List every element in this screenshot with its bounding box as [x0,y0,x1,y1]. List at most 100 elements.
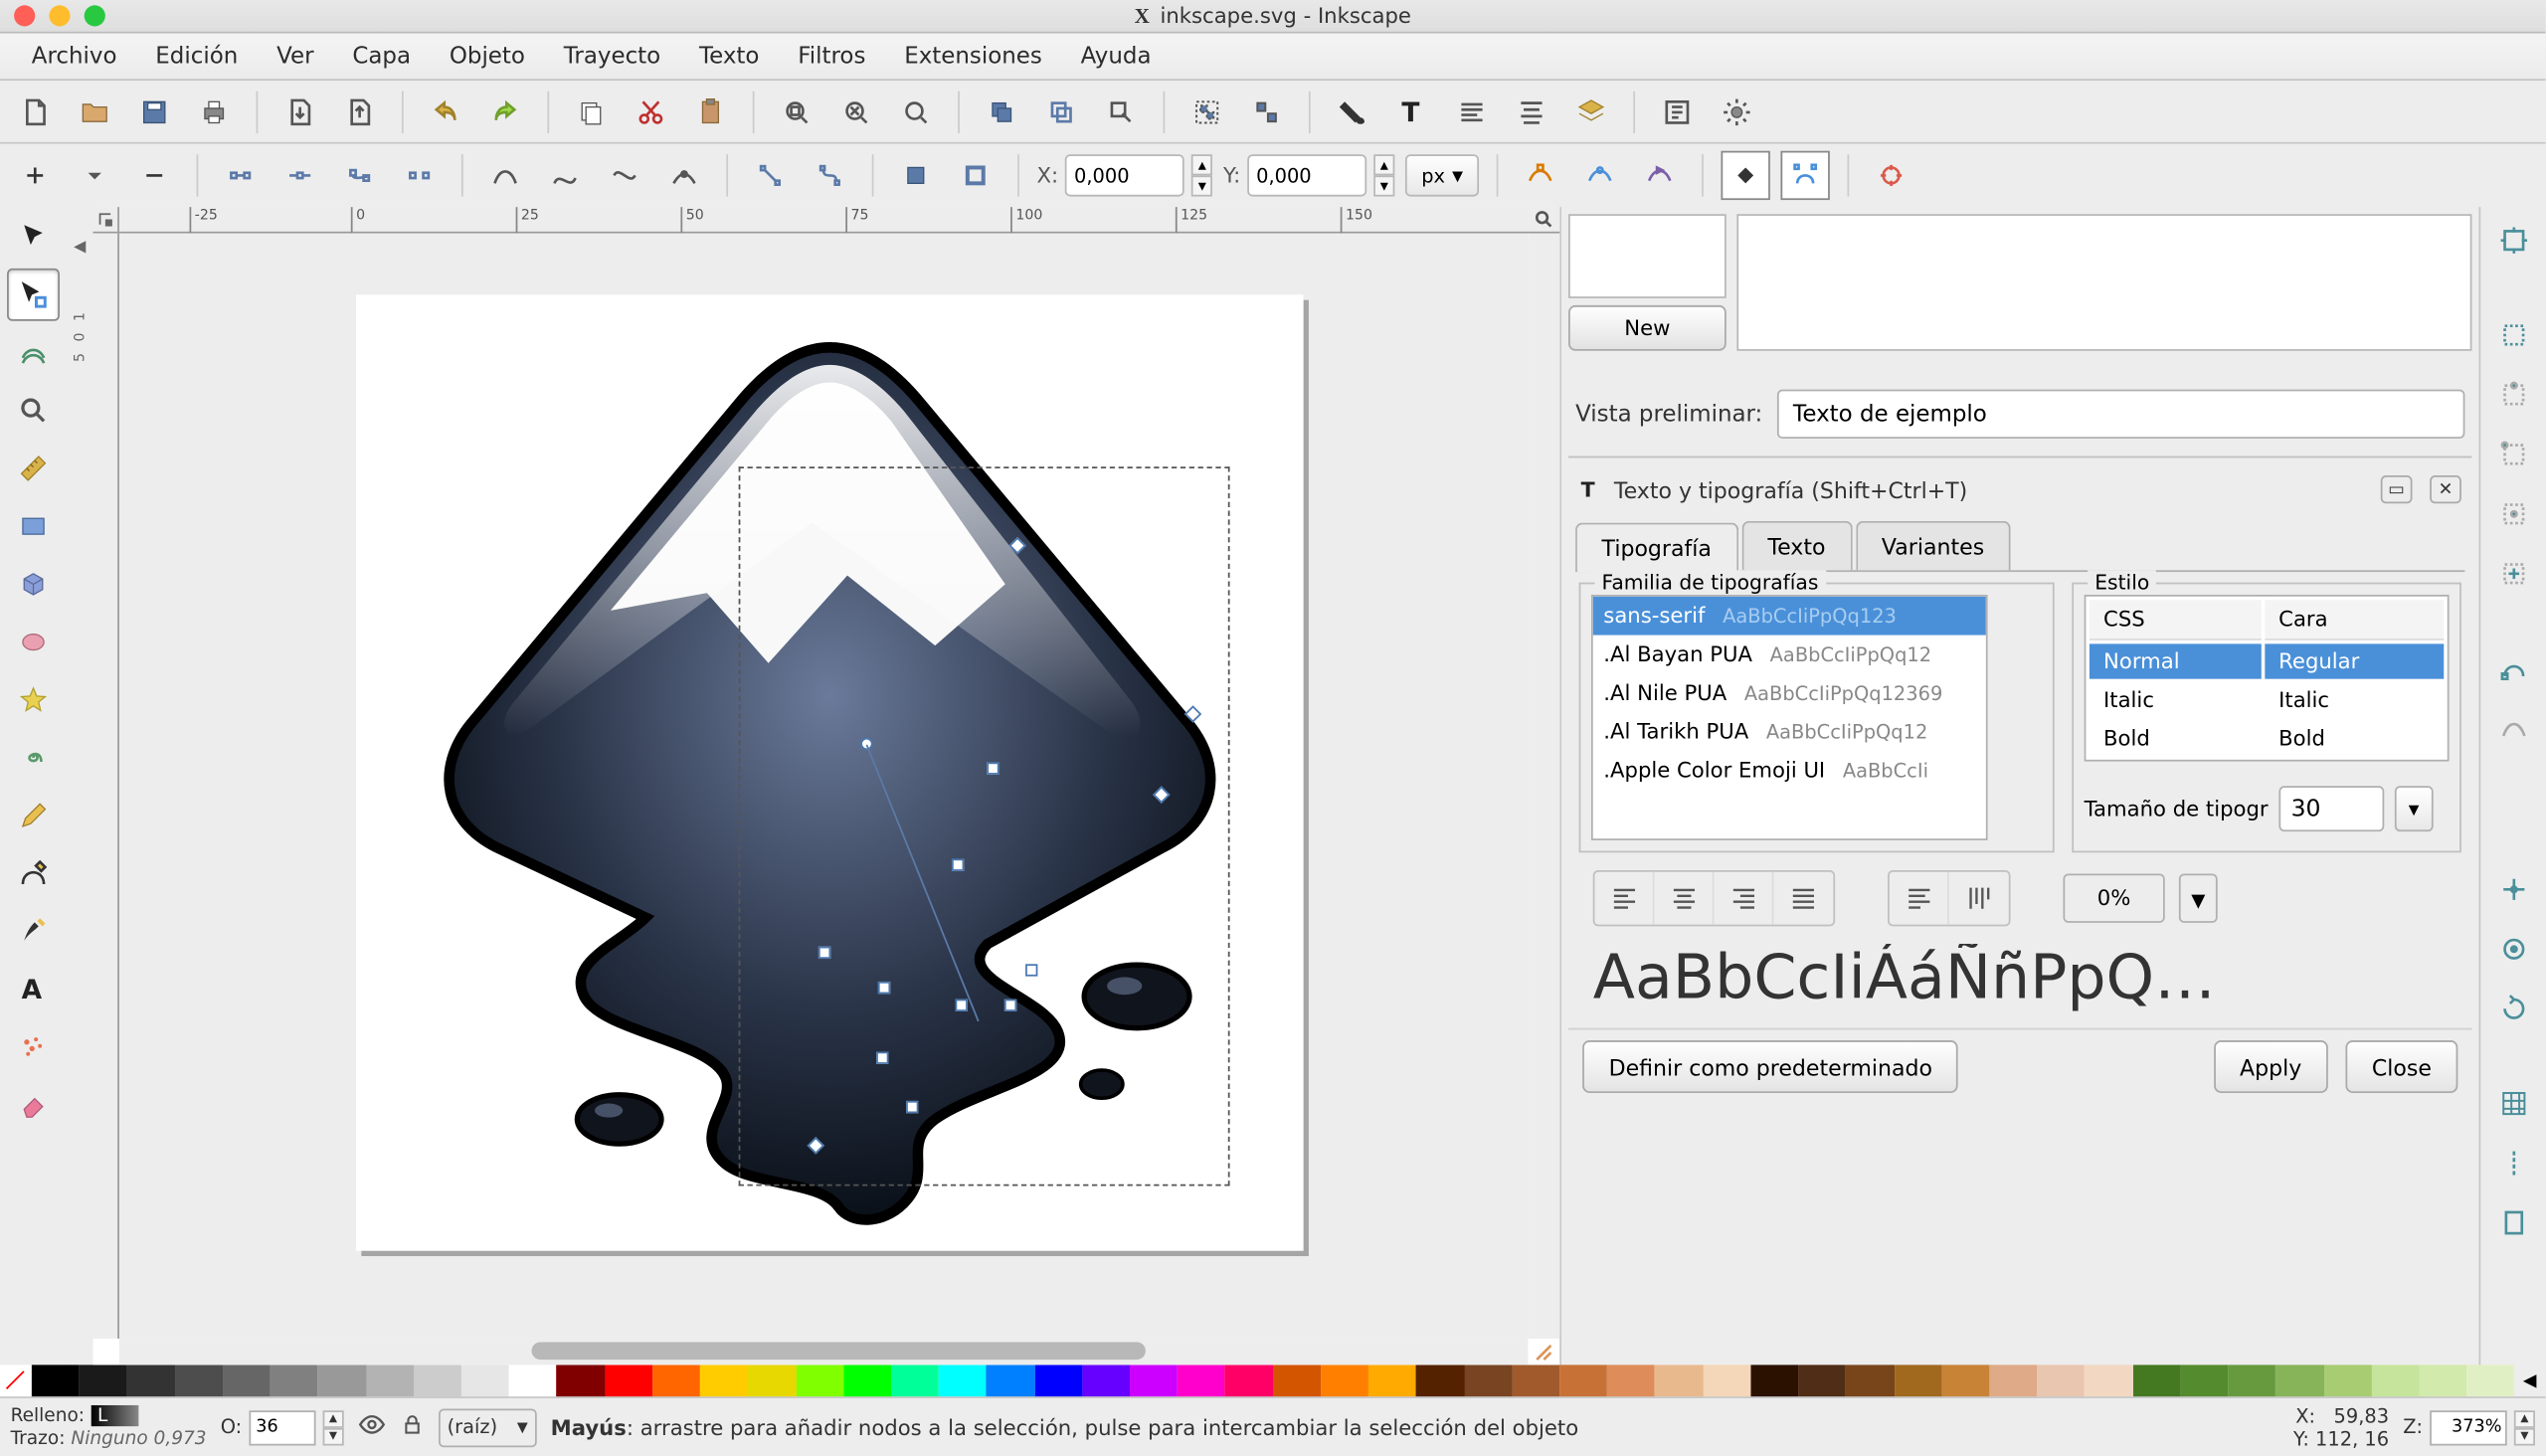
canvas[interactable] [119,234,1528,1339]
color-swatch[interactable] [700,1365,748,1396]
color-swatch[interactable] [2419,1365,2466,1396]
new-document-icon[interactable] [11,87,60,135]
show-handles-icon[interactable] [1722,151,1770,200]
node-handle-icon[interactable] [1004,1000,1016,1011]
snap-enable-icon[interactable] [2490,218,2536,264]
font-row[interactable]: .Al Nile PUAAaBbCcIiPpQq12369 [1593,673,1986,712]
stroke-to-path-icon[interactable] [951,151,1000,200]
color-swatch[interactable] [1225,1365,1273,1396]
font-row[interactable]: .Al Tarikh PUAAaBbCcIiPpQq12 [1593,712,1986,751]
style-row-italic[interactable]: ItalicItalic [2090,682,2444,717]
spray-tool-icon[interactable] [7,1021,60,1074]
color-swatch[interactable] [1655,1365,1703,1396]
close-window-icon[interactable] [14,5,35,26]
color-swatch[interactable] [1941,1365,1989,1396]
color-swatch[interactable] [2275,1365,2323,1396]
bezier-tool-icon[interactable] [7,847,60,900]
snap-node-icon[interactable] [2490,645,2536,691]
snap-rotation-icon[interactable] [2490,986,2536,1031]
color-swatch[interactable] [1703,1365,1750,1396]
color-swatch[interactable] [2085,1365,2132,1396]
menu-objeto[interactable]: Objeto [432,36,542,77]
color-swatch[interactable] [1798,1365,1846,1396]
align-center-icon[interactable] [1654,872,1714,925]
font-size-input[interactable] [2278,786,2384,831]
color-swatch[interactable] [652,1365,700,1396]
zoom-drawing-icon[interactable] [831,87,880,135]
style-table[interactable]: CSSCara NormalRegular ItalicItalic BoldB… [2085,595,2450,762]
edit-mask-icon[interactable] [1575,151,1624,200]
ellipse-tool-icon[interactable] [7,616,60,668]
coord-x-input[interactable] [1065,154,1184,196]
duplicate-icon[interactable] [978,87,1026,135]
snap-bbox-icon[interactable] [2490,312,2536,358]
color-swatch[interactable] [2037,1365,2085,1396]
color-swatch[interactable] [1512,1365,1559,1396]
open-icon[interactable] [71,87,119,135]
snap-center-icon[interactable] [2490,926,2536,972]
color-swatch[interactable] [1464,1365,1512,1396]
node-handle-icon[interactable] [906,1101,918,1113]
redo-icon[interactable] [480,87,529,135]
color-swatch[interactable] [2371,1365,2419,1396]
color-swatch[interactable] [987,1365,1034,1396]
color-swatch[interactable] [1082,1365,1130,1396]
menu-trayecto[interactable]: Trayecto [546,36,678,77]
star-tool-icon[interactable] [7,673,60,726]
align-dialog-icon[interactable] [1507,87,1555,135]
snap-bbox-corner-icon[interactable] [2490,432,2536,477]
snap-path-icon[interactable] [2490,705,2536,751]
insert-node-dropdown-icon[interactable] [71,151,119,200]
fill-stroke-dialog-icon[interactable] [1328,87,1376,135]
selectors-dialog-icon[interactable] [1653,87,1702,135]
font-row[interactable]: .Apple Color Emoji UIAaBbCcIi [1593,751,1986,790]
tab-texto[interactable]: Texto [1741,521,1852,570]
menu-capa[interactable]: Capa [335,36,429,77]
color-swatch[interactable] [223,1365,271,1396]
ruler-origin-icon[interactable] [92,207,118,233]
undo-icon[interactable] [421,87,469,135]
text-horizontal-icon[interactable] [1890,872,1949,925]
spiral-tool-icon[interactable] [7,732,60,785]
delete-node-icon[interactable] [130,151,179,200]
node-handle-icon[interactable] [955,1000,967,1011]
opacity-spinner[interactable]: ▲▼ [322,1409,343,1444]
segment-line-icon[interactable] [746,151,795,200]
tab-tipografia[interactable]: Tipografía [1575,523,1737,572]
color-swatch[interactable] [1989,1365,2037,1396]
color-swatch[interactable] [1750,1365,1798,1396]
coord-y-input[interactable] [1247,154,1366,196]
color-swatch[interactable] [1273,1365,1321,1396]
text-tool-icon[interactable]: A [7,963,60,1015]
color-swatch[interactable] [461,1365,509,1396]
layer-select[interactable]: (raíz)▼ [439,1408,537,1447]
segment-curve-icon[interactable] [806,151,854,200]
color-swatch[interactable] [1321,1365,1368,1396]
3dbox-tool-icon[interactable] [7,558,60,611]
join-segment-icon[interactable] [335,151,384,200]
panel-close-icon[interactable]: ✕ [2430,475,2461,503]
color-swatch[interactable] [414,1365,461,1396]
color-swatch[interactable] [1034,1365,1082,1396]
menu-extensiones[interactable]: Extensiones [887,36,1060,77]
font-row[interactable]: .Al Bayan PUAAaBbCcIiPpQq12 [1593,636,1986,674]
opacity-input[interactable] [249,1409,315,1444]
color-swatch[interactable] [271,1365,318,1396]
lock-icon[interactable] [400,1412,425,1442]
swatch-list[interactable] [1736,214,2471,351]
text-vertical-icon[interactable] [1949,872,2009,925]
line-spacing-value[interactable]: 0% [2063,873,2164,922]
cut-icon[interactable] [627,87,675,135]
color-swatch[interactable] [1846,1365,1894,1396]
color-swatch[interactable] [939,1365,987,1396]
font-row-sans-serif[interactable]: sans-serifAaBbCcIiPpQq123 [1593,597,1986,636]
calligraphy-tool-icon[interactable] [7,905,60,958]
edit-clip-icon[interactable] [1516,151,1564,200]
fill-stroke-indicator[interactable]: Relleno: L Trazo: Ninguno 0,973 [11,1404,207,1450]
tweak-tool-icon[interactable] [7,326,60,379]
panel-minimize-icon[interactable]: ▭ [2381,475,2413,503]
measure-tool-icon[interactable] [7,443,60,495]
align-left-icon[interactable] [1594,872,1654,925]
align-right-icon[interactable] [1714,872,1773,925]
eraser-tool-icon[interactable] [7,1079,60,1132]
